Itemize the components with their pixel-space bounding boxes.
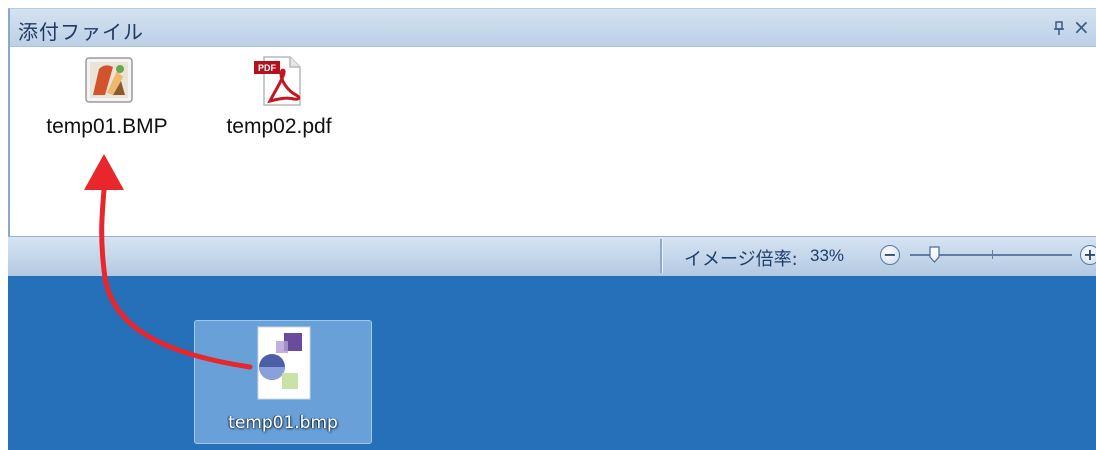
zoom-out-button[interactable]: −	[880, 245, 900, 265]
status-bar: イメージ倍率: 33% − +	[8, 236, 1096, 276]
zoom-slider-tick	[992, 250, 993, 259]
attachments-panel-header: 添付ファイル ×	[10, 9, 1096, 47]
pin-icon[interactable]	[1051, 20, 1067, 36]
desktop-file-name: temp01.bmp	[228, 413, 338, 433]
screenshot-root: 添付ファイル × temp01.BMP PDF temp02.pdf イメージ倍…	[0, 0, 1096, 450]
attachments-panel: 添付ファイル × temp01.BMP PDF temp02.pdf	[8, 8, 1096, 236]
close-button[interactable]: ×	[1073, 15, 1090, 39]
desktop-area: temp01.bmp	[8, 276, 1096, 450]
pdf-file-icon: PDF	[250, 55, 302, 107]
attachment-item-bmp[interactable]: temp01.BMP	[32, 55, 182, 147]
zoom-slider-thumb[interactable]	[929, 246, 940, 263]
bitmap-image-icon	[252, 325, 314, 401]
bitmap-image-icon	[83, 55, 135, 107]
zoom-label: イメージ倍率:	[684, 249, 798, 270]
attachments-panel-title: 添付ファイル	[18, 20, 144, 44]
desktop-file-icon[interactable]: temp01.bmp	[194, 320, 372, 444]
zoom-value: 33%	[810, 246, 845, 265]
attachment-file-name: temp02.pdf	[226, 115, 332, 138]
status-divider	[660, 239, 663, 273]
attachment-item-pdf[interactable]: PDF temp02.pdf	[204, 55, 354, 147]
attachment-file-name: temp01.BMP	[46, 115, 168, 138]
pdf-badge-text: PDF	[258, 63, 277, 73]
zoom-in-button[interactable]: +	[1080, 245, 1096, 265]
